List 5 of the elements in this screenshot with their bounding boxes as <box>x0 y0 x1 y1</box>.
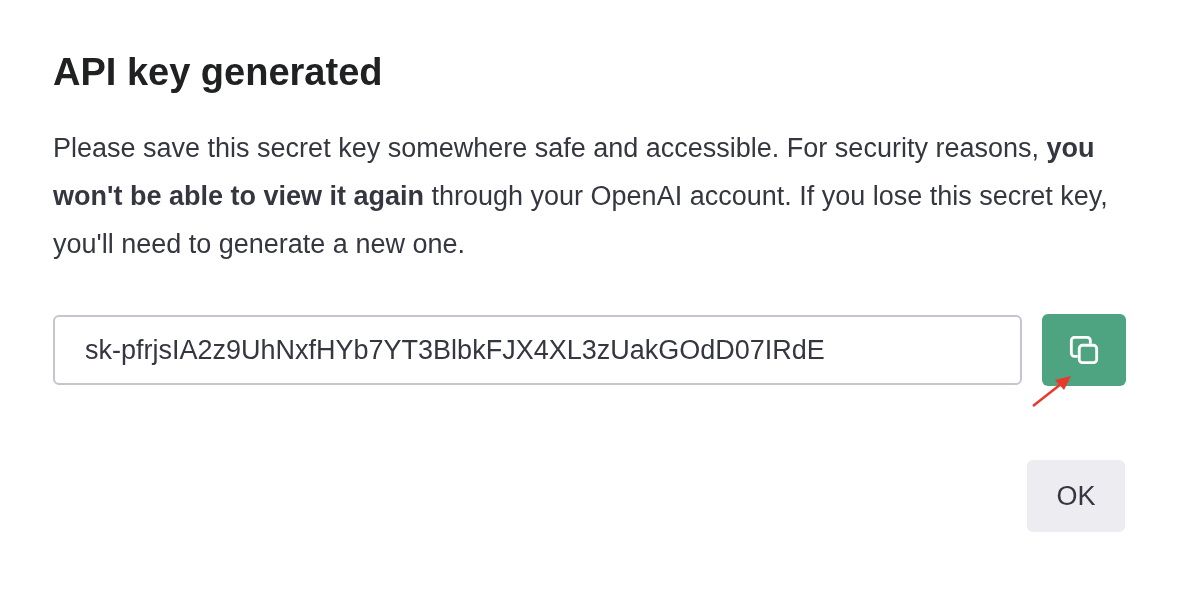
dialog-title: API key generated <box>53 50 384 95</box>
dialog-message: Please save this secret key somewhere safe and accessible. For security reasons, you won't be able to view it again through your OpenAI account. If you lose this secret key, you'll need to generate a new one. <box>53 132 1109 261</box>
key-field[interactable]: sk-pfrjsIA2z9UhNxfHYb7YT3BlbkFJX4XL3zUakGOdD07IRdE <box>53 315 1023 385</box>
copy-button[interactable] <box>1042 314 1126 386</box>
ok-button[interactable]: OK <box>1027 460 1125 532</box>
